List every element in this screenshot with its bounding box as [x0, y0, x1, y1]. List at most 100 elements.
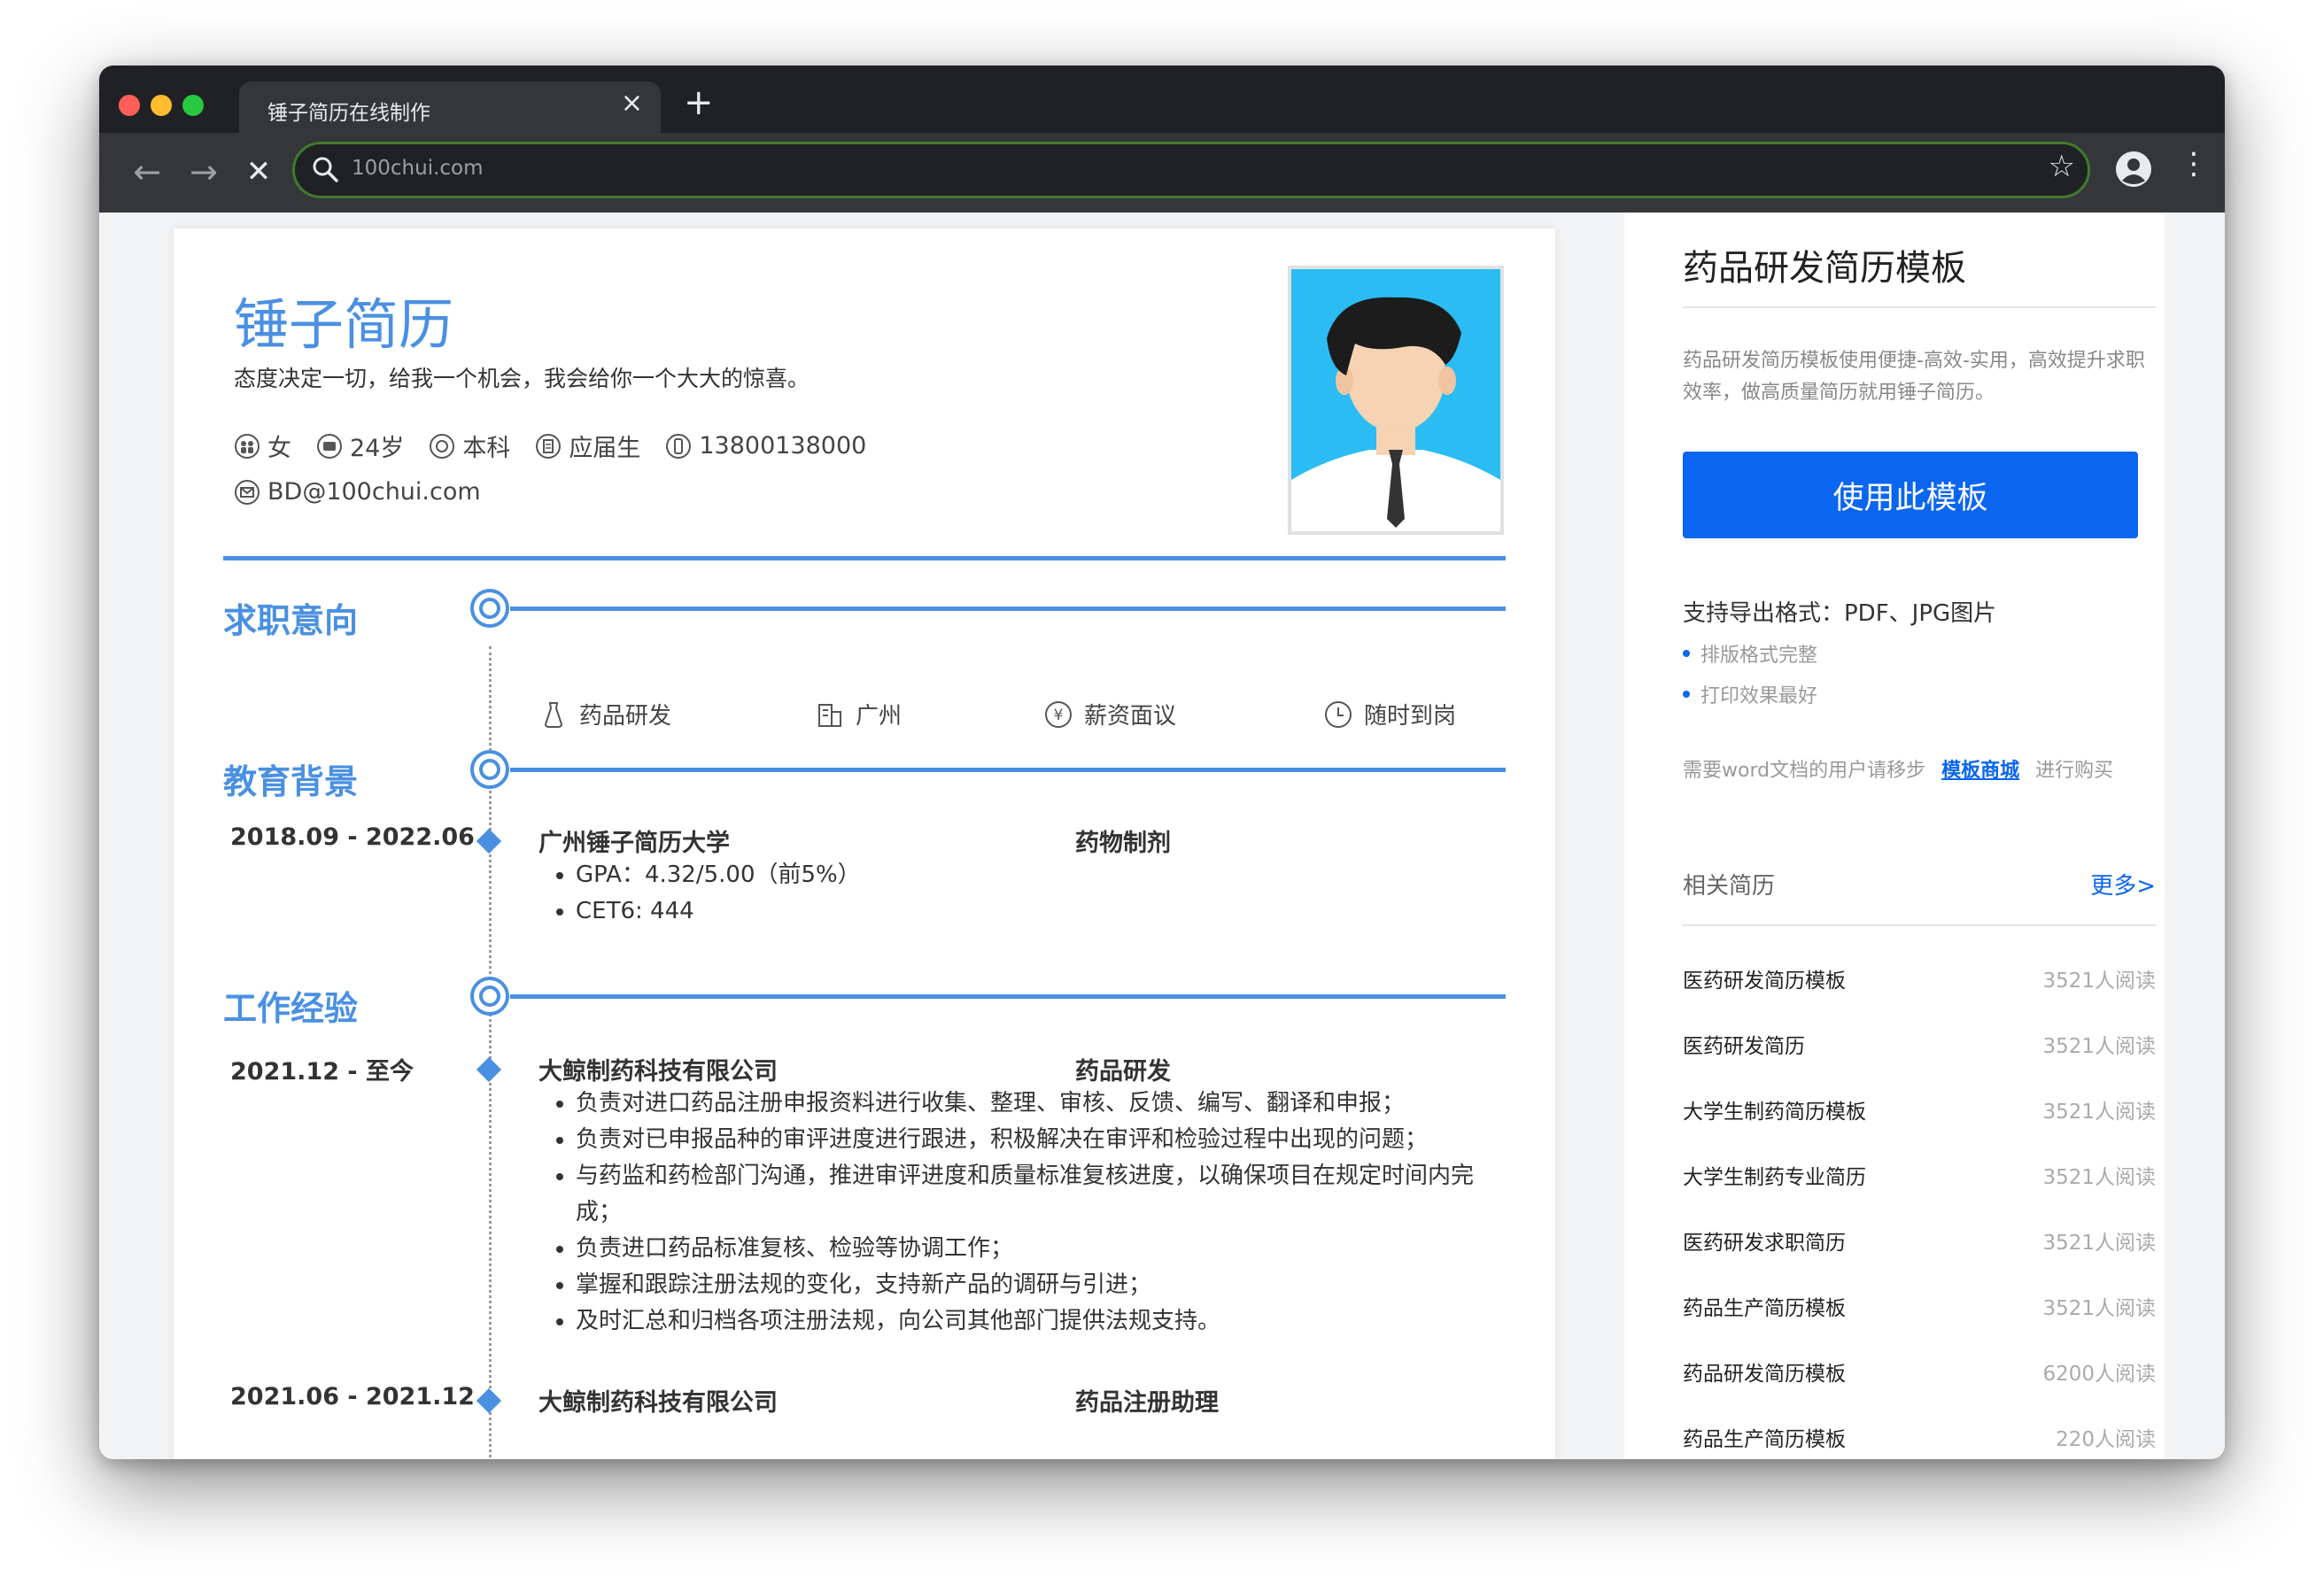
list-item: 与药监和药检部门沟通，推进审评进度和质量标准复核进度，以确保项目在规定时间内完成…: [576, 1158, 1514, 1231]
list-item: 掌握和跟踪注册法规的变化，支持新产品的调研与引进；: [576, 1267, 1514, 1303]
flask-icon: [544, 701, 563, 728]
bullet-dot: [1683, 691, 1690, 698]
section-ring-icon: [470, 750, 509, 789]
tab-bar: 锤子简历在线制作 × +: [99, 66, 2225, 133]
section-line-work: [510, 994, 1506, 999]
intent-salary-value: 薪资面议: [1084, 703, 1177, 730]
related-item-count: 3521人阅读: [2042, 1035, 2156, 1058]
related-item-count: 3521人阅读: [2042, 1297, 2156, 1320]
related-item[interactable]: 医药研发求职简历 3521人阅读: [1683, 1225, 2156, 1256]
header-divider: [223, 556, 1506, 560]
address-bar[interactable]: 100chui.com ☆: [292, 142, 2090, 198]
related-item-name[interactable]: 医药研发简历模板: [1683, 970, 1846, 993]
intent-position-value: 药品研发: [579, 703, 672, 730]
bullet-dot: [1683, 650, 1690, 657]
section-title-intent: 求职意向: [223, 601, 359, 640]
related-item-name[interactable]: 大学生制药简历模板: [1683, 1101, 1866, 1124]
related-item-count: 6200人阅读: [2042, 1363, 2156, 1386]
info-row-2: BD@100chui.com: [234, 478, 506, 506]
intent-city: 广州: [815, 698, 902, 730]
forward-button[interactable]: →: [177, 145, 230, 198]
timeline-diamond: [476, 1056, 502, 1083]
related-item-count: 220人阅读: [2056, 1428, 2156, 1451]
template-mall-link[interactable]: 模板商城: [1941, 760, 2019, 782]
related-item-name[interactable]: 药品生产简历模板: [1683, 1428, 1846, 1451]
info-row-1: 女 24岁 本科 应届生 13800138000: [234, 429, 891, 463]
section-title-work: 工作经验: [223, 989, 359, 1028]
avatar-photo: [1288, 266, 1504, 535]
feature-label: 打印效果最好: [1700, 685, 1818, 707]
search-icon: [313, 157, 338, 182]
info-gender: 女: [234, 429, 291, 463]
minimize-window-button[interactable]: [151, 95, 172, 116]
related-item[interactable]: 药品生产简历模板 220人阅读: [1683, 1422, 2156, 1452]
feature-item: 排版格式完整: [1683, 639, 1817, 668]
list-item: CET6: 444: [576, 893, 861, 930]
related-item[interactable]: 大学生制药专业简历 3521人阅读: [1683, 1160, 2156, 1190]
related-item[interactable]: 医药研发简历 3521人阅读: [1683, 1029, 2156, 1059]
maximize-window-button[interactable]: [182, 95, 204, 116]
word-note-suffix: 进行购买: [2035, 760, 2114, 782]
section-line-education: [510, 768, 1506, 772]
tab-close-icon[interactable]: ×: [621, 90, 643, 117]
list-item: 及时汇总和归档各项注册法规，向公司其他部门提供法规支持。: [576, 1303, 1514, 1340]
feature-label: 排版格式完整: [1700, 645, 1818, 667]
related-item-name[interactable]: 药品研发简历模板: [1683, 1363, 1846, 1386]
related-item-name[interactable]: 医药研发简历: [1683, 1035, 1805, 1058]
tab-active[interactable]: 锤子简历在线制作 ×: [239, 81, 661, 133]
related-item[interactable]: 药品生产简历模板 3521人阅读: [1683, 1291, 2156, 1321]
email-value: BD@100chui.com: [267, 478, 481, 506]
word-note-prefix: 需要word文档的用户请移步: [1683, 760, 1926, 782]
resume-name: 锤子简历: [234, 292, 454, 357]
work-company: 大鲸制药科技有限公司: [538, 1389, 778, 1417]
related-item[interactable]: 大学生制药简历模板 3521人阅读: [1683, 1094, 2156, 1124]
related-item-count: 3521人阅读: [2042, 1232, 2156, 1255]
related-divider: [1683, 924, 2156, 926]
related-item[interactable]: 医药研发简历模板 3521人阅读: [1683, 963, 2156, 993]
stop-loading-button[interactable]: ✕: [232, 145, 285, 198]
menu-kebab-icon[interactable]: ⋮: [2179, 149, 2209, 179]
info-phone: 13800138000: [665, 432, 866, 460]
gender-icon: [235, 433, 260, 459]
work-date: 2021.12 - 至今: [230, 1058, 414, 1086]
info-age: 24岁: [316, 429, 404, 463]
email-icon: [235, 479, 260, 505]
work-date: 2021.06 - 2021.12: [230, 1383, 475, 1410]
education-major: 药物制剂: [1075, 830, 1171, 857]
education-details: GPA：4.32/5.00（前5%） CET6: 444: [538, 857, 861, 930]
timeline-diamond: [476, 828, 502, 854]
profile-avatar-icon[interactable]: [2115, 151, 2152, 188]
education-school: 广州锤子简历大学: [538, 830, 730, 857]
intent-position: 药品研发: [538, 698, 671, 730]
section-ring-icon: [470, 589, 509, 628]
close-window-button[interactable]: [119, 95, 140, 116]
browser-window: 锤子简历在线制作 × + ← → ✕ 100chui.com ☆ ⋮ 锤子简历 …: [99, 66, 2225, 1459]
related-item-name[interactable]: 药品生产简历模板: [1683, 1297, 1846, 1320]
info-degree: 本科: [429, 429, 510, 463]
related-title: 相关简历: [1683, 873, 1776, 900]
more-link[interactable]: 更多>: [2090, 868, 2156, 900]
education-date: 2018.09 - 2022.06: [230, 823, 475, 851]
work-role: 药品研发: [1075, 1058, 1171, 1086]
related-item-count: 3521人阅读: [2042, 1101, 2156, 1124]
url-text[interactable]: 100chui.com: [352, 157, 484, 180]
timeline-diamond: [476, 1387, 502, 1414]
phone-value: 13800138000: [699, 432, 867, 460]
related-item-name[interactable]: 医药研发求职简历: [1683, 1232, 1846, 1255]
section-line-intent: [510, 607, 1506, 611]
section-ring-icon: [470, 977, 509, 1016]
related-item-count: 3521人阅读: [2042, 1166, 2156, 1189]
back-button[interactable]: ←: [120, 145, 174, 198]
new-tab-button[interactable]: +: [684, 85, 714, 120]
related-item[interactable]: 药品研发简历模板 6200人阅读: [1683, 1356, 2156, 1387]
list-item: 负责对已申报品种的审评进度进行跟进，积极解决在审评和检验过程中出现的问题；: [576, 1122, 1514, 1158]
use-template-button[interactable]: 使用此模板: [1683, 452, 2138, 538]
work-duties: 负责对进口药品注册申报资料进行收集、整理、审核、反馈、编写、翻译和申报； 负责对…: [538, 1086, 1514, 1340]
work-role: 药品注册助理: [1075, 1389, 1219, 1417]
info-status: 应届生: [535, 429, 640, 463]
status-icon: [536, 433, 562, 459]
bookmark-star-icon[interactable]: ☆: [2049, 151, 2075, 182]
feature-item: 打印效果最好: [1683, 680, 1817, 708]
status-value: 应届生: [569, 435, 641, 462]
related-item-name[interactable]: 大学生制药专业简历: [1683, 1166, 1866, 1189]
